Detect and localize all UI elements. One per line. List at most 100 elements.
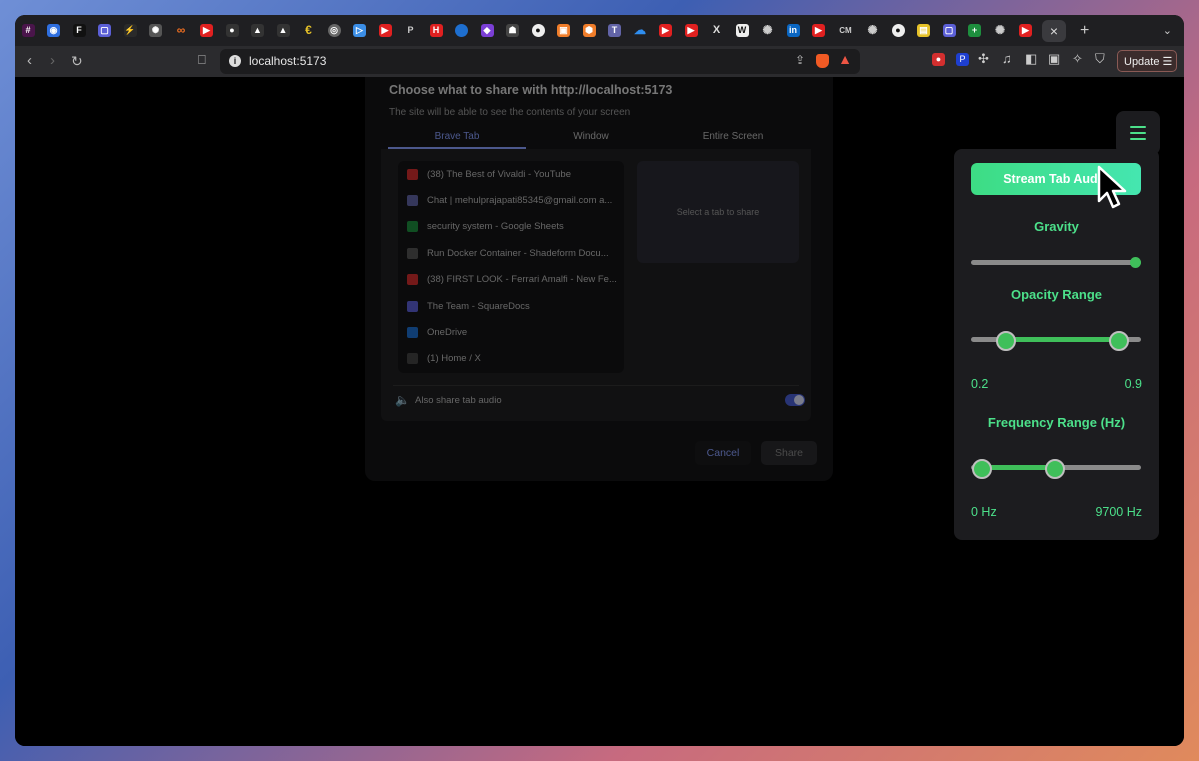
app-icon[interactable]: ◉ [47, 24, 60, 37]
brave-rewards-icon[interactable]: ▲ [838, 51, 852, 67]
framer-icon[interactable]: F [72, 24, 86, 37]
frequency-min-value: 0 Hz [971, 505, 997, 519]
share-audio-toggle[interactable] [785, 394, 805, 406]
x-icon[interactable]: X [710, 24, 723, 37]
gravity-label: Gravity [1034, 219, 1079, 234]
frequency-min-thumb[interactable] [972, 459, 992, 479]
dialog-subtitle: The site will be able to see the content… [389, 107, 631, 118]
reload-icon[interactable]: ↻ [71, 51, 83, 71]
edge-icon[interactable] [455, 24, 468, 37]
opacity-max-thumb[interactable] [1109, 331, 1129, 351]
tab-list-item-label: (38) The Best of Vivaldi - YouTube [427, 168, 571, 180]
divider [393, 385, 799, 386]
info-icon[interactable]: i [229, 55, 241, 67]
youtube-icon[interactable]: ▶ [200, 24, 213, 37]
opacity-min-thumb[interactable] [996, 331, 1016, 351]
chatgpt-icon[interactable]: ✺ [866, 24, 879, 37]
music-icon[interactable]: ♫ [1002, 51, 1012, 66]
url-text[interactable]: localhost:5173 [249, 54, 326, 68]
mouse-cursor-icon [1097, 165, 1127, 209]
hamburger-line [1130, 126, 1146, 128]
github-icon[interactable]: ● [891, 24, 905, 37]
opacity-slider-fill [1005, 337, 1118, 342]
tab-list-item[interactable]: (38) FIRST LOOK - Ferrari Amalfi - New F… [398, 267, 624, 293]
tab-list-item[interactable]: (38) The Best of Vivaldi - YouTube [398, 161, 624, 187]
youtube-icon[interactable]: ▶ [812, 24, 825, 37]
tab-list-item[interactable]: Run Docker Container - Shadeform Docu... [398, 240, 624, 266]
frequency-label: Frequency Range (Hz) [987, 415, 1126, 430]
close-tab-icon[interactable]: × [1042, 19, 1066, 42]
opacity-label: Opacity Range [1010, 287, 1103, 302]
forward-icon[interactable]: › [50, 51, 55, 71]
leo-icon[interactable]: ✧ [1072, 51, 1083, 67]
wallet-icon[interactable]: ▣ [1048, 51, 1060, 67]
tab-list-item[interactable]: security system - Google Sheets [398, 214, 624, 240]
cm-icon[interactable]: CM [838, 24, 854, 37]
wikipedia-icon[interactable]: W [735, 24, 749, 37]
play-icon[interactable]: ▷ [353, 24, 366, 37]
address-bar[interactable]: ⎕ i localhost:5173 ⇪ ▲ [198, 49, 860, 74]
euro-icon[interactable]: € [302, 24, 315, 37]
teams-icon[interactable]: T [608, 24, 621, 37]
favicon-icon [407, 274, 418, 286]
ruby-icon[interactable]: ● [225, 24, 239, 37]
leaf-icon[interactable]: ◆ [480, 24, 494, 37]
vpn-icon[interactable]: ⛉ [1095, 51, 1105, 67]
youtube-icon[interactable]: ▶ [659, 24, 672, 37]
chatgpt-icon[interactable]: ✺ [994, 24, 1007, 37]
brave-shield-icon[interactable] [816, 54, 829, 68]
tab-entire-screen[interactable]: Entire Screen [665, 131, 801, 142]
infinity-icon[interactable]: ∞ [175, 24, 188, 37]
bookmark-icon[interactable]: ⎕ [198, 52, 206, 68]
new-tab-button[interactable]: + [1080, 22, 1089, 40]
tab-list-item[interactable]: Chat | mehulprajapati85345@gmail.com a..… [398, 187, 624, 213]
youtube-icon[interactable]: ▶ [378, 24, 392, 37]
paypal-icon[interactable]: P [956, 53, 969, 66]
slack-icon[interactable]: # [21, 24, 35, 37]
sheets-icon[interactable]: + [968, 24, 981, 37]
opacity-min-value: 0.2 [971, 377, 989, 391]
youtube-icon[interactable]: ▶ [684, 24, 698, 37]
cancel-button[interactable]: Cancel [695, 441, 751, 465]
maze-icon[interactable]: ▲ [251, 24, 264, 37]
tab-brave-tab[interactable]: Brave Tab [388, 131, 526, 142]
linkedin-icon[interactable]: in [786, 24, 800, 37]
tab-list-item[interactable]: The Team - SquareDocs [398, 293, 624, 319]
image-icon[interactable]: ▤ [917, 24, 930, 37]
gravity-slider[interactable] [971, 260, 1141, 265]
favicon-icon [407, 247, 418, 259]
update-button[interactable]: Update ☰ [1117, 50, 1177, 72]
share-button[interactable]: Share [761, 441, 817, 465]
tab-window[interactable]: Window [535, 131, 647, 142]
sidebar-icon[interactable]: ◧ [1025, 51, 1037, 67]
tab-list-item-label: security system - Google Sheets [427, 221, 564, 233]
extension-icon[interactable]: ● [932, 53, 945, 66]
back-icon[interactable]: ‹ [27, 51, 32, 71]
share-icon[interactable]: ⇪ [795, 53, 805, 67]
tab-list-item[interactable]: (1) Home / X [398, 346, 624, 372]
docker-icon[interactable]: ☗ [506, 24, 519, 37]
youtube-icon[interactable]: ▶ [1019, 24, 1032, 37]
maze-icon[interactable]: ▲ [276, 24, 290, 37]
gravity-thumb[interactable] [1130, 257, 1141, 268]
h-icon[interactable]: H [429, 24, 443, 37]
favicon-icon [407, 326, 418, 338]
frequency-max-thumb[interactable] [1045, 459, 1065, 479]
docs-icon[interactable]: ▢ [942, 24, 956, 37]
update-label: Update [1124, 56, 1160, 68]
chevron-down-icon[interactable]: ⌄ [1163, 24, 1172, 37]
docs-icon[interactable]: ▢ [98, 24, 111, 37]
alchemy-icon[interactable]: ⚡ [123, 24, 137, 37]
box-icon[interactable]: ▣ [557, 24, 570, 37]
globe-icon[interactable]: ◎ [327, 24, 341, 37]
puzzle-icon[interactable]: ✣ [978, 51, 989, 67]
pinterest-icon[interactable]: P [404, 24, 417, 37]
hexagon-icon[interactable]: ⬢ [582, 24, 596, 37]
openai-icon[interactable]: ✺ [761, 24, 774, 37]
onedrive-icon[interactable]: ☁ [634, 24, 647, 37]
tab-list-item[interactable]: OneDrive [398, 319, 624, 345]
tab-list-item-label: (1) Home / X [427, 353, 481, 365]
chatgpt-icon[interactable]: ✺ [149, 24, 162, 37]
github-icon[interactable]: ● [531, 24, 545, 37]
opacity-max-value: 0.9 [1124, 377, 1142, 391]
